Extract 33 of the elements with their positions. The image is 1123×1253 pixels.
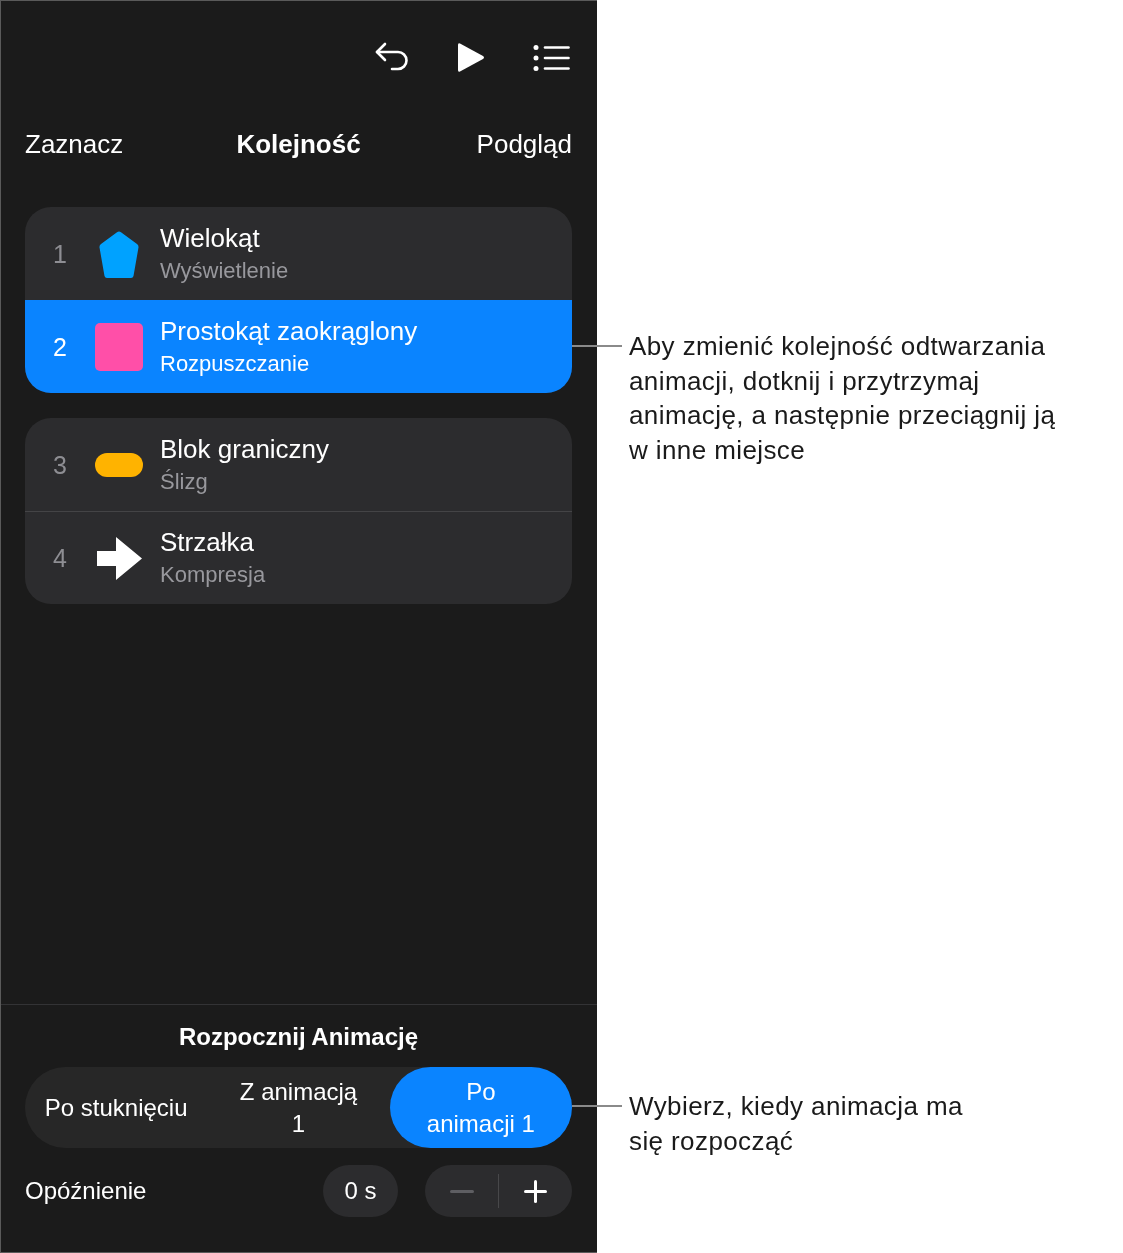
panel-title: Kolejność [236, 128, 361, 160]
animation-row[interactable]: 2 Prostokąt zaokrąglony Rozpuszczanie [25, 300, 572, 393]
object-name: Prostokąt zaokrąglony [160, 315, 418, 347]
minus-icon [449, 1189, 474, 1193]
effect-name: Kompresja [160, 561, 266, 589]
effect-name: Ślizg [160, 468, 209, 496]
callout-text: Aby zmienić kolejność odtwarzania animacji, dotknij i przytrzymaj animację, a następnie przeciągnij ją w inne miejsce [629, 330, 1057, 467]
row-number: 3 [52, 450, 68, 480]
row-number: 2 [52, 332, 68, 362]
segment-option[interactable]: Z animacją 1 [207, 1067, 390, 1148]
animation-row[interactable]: 4 Strzałka Kompresja [25, 511, 572, 604]
segment-option[interactable]: Po stuknięciu [25, 1067, 208, 1148]
animation-row[interactable]: 1 Wielokąt Wyświetlenie [25, 207, 572, 300]
callout-text: Wybierz, kiedy animacja ma się rozpocząć [629, 1090, 964, 1158]
effect-name: Wyświetlenie [160, 257, 289, 285]
row-number: 4 [52, 543, 68, 573]
object-name: Strzałka [160, 526, 255, 558]
leader-line [572, 1105, 622, 1107]
delay-value-field[interactable]: 0 s [323, 1165, 398, 1217]
play-icon[interactable] [457, 42, 485, 73]
list-icon[interactable] [533, 44, 570, 71]
delay-label: Opóźnienie [25, 1176, 148, 1206]
leader-line [572, 345, 622, 347]
section-title: Rozpocznij Animację [178, 1022, 419, 1052]
animation-row[interactable]: 3 Blok graniczny Ślizg [25, 418, 572, 511]
segment-option[interactable]: Po animacji 1 [389, 1067, 572, 1148]
object-name: Blok graniczny [160, 433, 330, 465]
object-name: Wielokąt [160, 222, 261, 254]
row-number: 1 [52, 239, 68, 269]
select-button[interactable]: Zaznacz [25, 128, 124, 160]
effect-name: Rozpuszczanie [160, 350, 311, 378]
preview-button[interactable]: Podgląd [476, 128, 572, 160]
plus-icon [524, 1179, 547, 1203]
